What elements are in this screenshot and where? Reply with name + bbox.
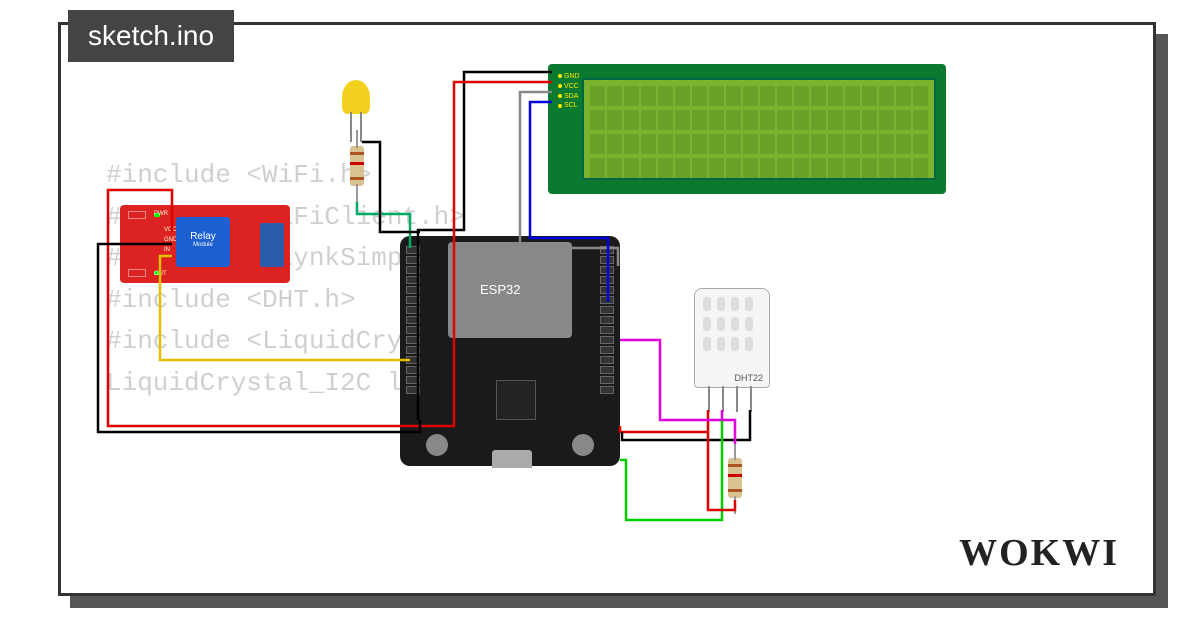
esp32-boot-button[interactable] (572, 434, 594, 456)
relay-label: IN (164, 247, 170, 253)
esp32-pins-right (600, 246, 614, 426)
dht-leg (750, 386, 752, 412)
led-leg (360, 112, 362, 142)
resistor-1[interactable] (350, 146, 364, 186)
led-yellow[interactable] (342, 80, 370, 114)
relay-label: OUT (154, 271, 167, 277)
esp32-pins-left (406, 246, 420, 426)
file-tab-label: sketch.ino (88, 20, 214, 51)
relay-coil: Relay Module (176, 217, 230, 267)
esp32-board[interactable]: ESP32 (400, 236, 620, 466)
dht-leg (736, 386, 738, 412)
relay-module[interactable]: PWR VCC GND IN OUT Relay Module (120, 205, 290, 283)
file-tab[interactable]: sketch.ino (68, 10, 234, 62)
esp32-en-button[interactable] (426, 434, 448, 456)
relay-label: PWR (154, 211, 168, 217)
resistor-2[interactable] (728, 458, 742, 498)
relay-terminal (260, 223, 284, 267)
wokwi-logo: WOKWI (959, 531, 1119, 575)
dht-leg (708, 386, 710, 412)
led-leg (350, 112, 352, 142)
dht22-sensor[interactable]: DHT22 (694, 288, 770, 388)
dht-leg (722, 386, 724, 412)
relay-label: VCC (164, 227, 177, 233)
esp32-label: ESP32 (480, 282, 520, 297)
lcd-screen (582, 78, 936, 180)
relay-pad (128, 211, 146, 219)
lcd-display[interactable]: GND VCC SDA SCL (548, 64, 946, 194)
dht-label: DHT22 (734, 373, 763, 383)
lcd-pin-labels: GND VCC SDA SCL (556, 72, 580, 111)
esp32-usb-port (492, 450, 532, 468)
esp32-chip (496, 380, 536, 420)
relay-pad (128, 269, 146, 277)
